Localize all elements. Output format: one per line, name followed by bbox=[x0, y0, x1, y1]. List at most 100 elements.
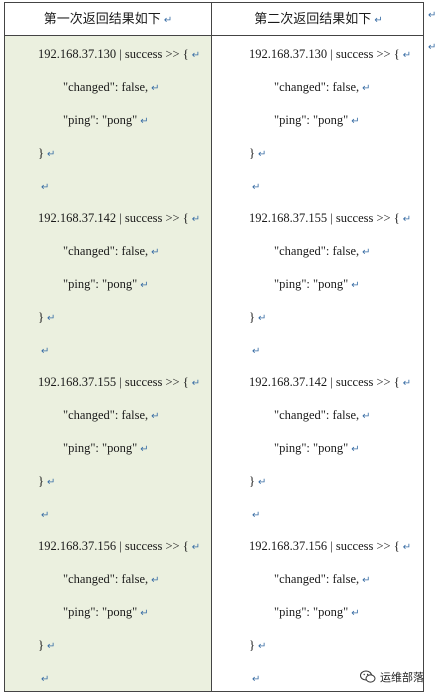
header-right-title: 第二次返回结果如下 bbox=[254, 11, 372, 26]
return-mark-icon: ↵ bbox=[428, 42, 437, 53]
changed-line-text: "changed": false, bbox=[274, 408, 360, 422]
changed-line: "changed": false, ↵ bbox=[63, 406, 160, 424]
ip-result-line-text: 192.168.37.155 | success >> { bbox=[38, 375, 189, 389]
ping-line-text: "ping": "pong" bbox=[63, 441, 138, 455]
blank-line: ↵ bbox=[38, 669, 49, 687]
changed-line: "changed": false, ↵ bbox=[63, 570, 160, 588]
return-mark-icon: ↵ bbox=[362, 247, 371, 258]
return-mark-icon: ↵ bbox=[252, 346, 261, 357]
return-mark-icon: ↵ bbox=[140, 116, 149, 127]
return-mark-icon: ↵ bbox=[140, 280, 149, 291]
ip-result-line: 192.168.37.155 | success >> {↵ bbox=[38, 373, 200, 391]
changed-line-text: "changed": false, bbox=[274, 572, 360, 586]
changed-line-text: "changed": false, bbox=[274, 244, 360, 258]
blank-line: ↵ bbox=[249, 505, 260, 523]
ping-line-text: "ping": "pong" bbox=[274, 113, 349, 127]
ip-result-line-text: 192.168.37.156 | success >> { bbox=[249, 539, 400, 553]
close-brace-line-text: } bbox=[249, 146, 255, 160]
return-mark-icon: ↵ bbox=[402, 378, 412, 389]
blank-line: ↵ bbox=[249, 341, 260, 359]
close-brace-line-text: } bbox=[249, 474, 255, 488]
close-brace-line: } ↵ bbox=[38, 636, 55, 654]
return-mark-icon: ↵ bbox=[41, 674, 50, 685]
return-mark-icon: ↵ bbox=[258, 313, 267, 324]
ip-result-line-text: 192.168.37.142 | success >> { bbox=[249, 375, 400, 389]
ip-result-line-text: 192.168.37.142 | success >> { bbox=[38, 211, 189, 225]
return-mark-icon: ↵ bbox=[191, 214, 201, 225]
changed-line-text: "changed": false, bbox=[63, 572, 149, 586]
header-divider bbox=[5, 35, 423, 36]
changed-line-text: "changed": false, bbox=[63, 80, 149, 94]
ip-result-line-text: 192.168.37.155 | success >> { bbox=[249, 211, 400, 225]
comparison-table: 第一次返回结果如下 ↵ 第二次返回结果如下 ↵ 192.168.37.130 | s… bbox=[4, 2, 424, 692]
ip-result-line: 192.168.37.130 | success >> {↵ bbox=[249, 45, 411, 63]
return-mark-icon: ↵ bbox=[258, 641, 267, 652]
close-brace-line-text: } bbox=[38, 474, 44, 488]
return-mark-icon: ↵ bbox=[191, 542, 201, 553]
return-mark-icon: ↵ bbox=[151, 411, 160, 422]
return-mark-icon: ↵ bbox=[402, 214, 412, 225]
return-mark-icon: ↵ bbox=[41, 510, 50, 521]
return-mark-icon: ↵ bbox=[402, 542, 412, 553]
close-brace-line-text: } bbox=[38, 146, 44, 160]
changed-line-text: "changed": false, bbox=[63, 408, 149, 422]
return-mark-icon: ↵ bbox=[252, 182, 261, 193]
ping-line: "ping": "pong" ↵ bbox=[63, 275, 149, 293]
close-brace-line: } ↵ bbox=[249, 308, 266, 326]
return-mark-icon: ↵ bbox=[41, 182, 50, 193]
column-divider bbox=[211, 3, 212, 691]
ip-result-line: 192.168.37.142 | success >> {↵ bbox=[249, 373, 411, 391]
return-mark-icon: ↵ bbox=[351, 444, 360, 455]
blank-line: ↵ bbox=[38, 505, 49, 523]
blank-line: ↵ bbox=[38, 341, 49, 359]
close-brace-line-text: } bbox=[249, 310, 255, 324]
ip-result-line-text: 192.168.37.156 | success >> { bbox=[38, 539, 189, 553]
ping-line: "ping": "pong" ↵ bbox=[274, 603, 360, 621]
changed-line: "changed": false, ↵ bbox=[274, 78, 371, 96]
return-mark-icon: ↵ bbox=[151, 575, 160, 586]
changed-line: "changed": false, ↵ bbox=[63, 242, 160, 260]
ping-line: "ping": "pong" ↵ bbox=[274, 439, 360, 457]
return-mark-icon: ↵ bbox=[191, 378, 201, 389]
ping-line-text: "ping": "pong" bbox=[274, 277, 349, 291]
close-brace-line: } ↵ bbox=[38, 308, 55, 326]
close-brace-line: } ↵ bbox=[249, 636, 266, 654]
header-left-cell: 第一次返回结果如下 ↵ bbox=[5, 3, 211, 35]
ping-line-text: "ping": "pong" bbox=[63, 277, 138, 291]
return-mark-icon: ↵ bbox=[258, 149, 267, 160]
return-mark-icon: ↵ bbox=[41, 346, 50, 357]
ping-line: "ping": "pong" ↵ bbox=[63, 439, 149, 457]
ping-line: "ping": "pong" ↵ bbox=[63, 603, 149, 621]
return-mark-icon: ↵ bbox=[140, 608, 149, 619]
blank-line: ↵ bbox=[38, 177, 49, 195]
ping-line: "ping": "pong" ↵ bbox=[274, 111, 360, 129]
return-mark-icon: ↵ bbox=[151, 247, 160, 258]
return-mark-icon: ↵ bbox=[362, 575, 371, 586]
return-mark-icon: ↵ bbox=[362, 83, 371, 94]
changed-line: "changed": false, ↵ bbox=[63, 78, 160, 96]
blank-line: ↵ bbox=[249, 177, 260, 195]
return-mark-icon: ↵ bbox=[47, 149, 56, 160]
changed-line: "changed": false, ↵ bbox=[274, 570, 371, 588]
ip-result-line-text: 192.168.37.130 | success >> { bbox=[249, 47, 400, 61]
changed-line-text: "changed": false, bbox=[274, 80, 360, 94]
return-mark-icon: ↵ bbox=[362, 411, 371, 422]
return-mark-icon: ↵ bbox=[47, 477, 56, 488]
return-mark-icon: ↵ bbox=[191, 50, 201, 61]
close-brace-line: } ↵ bbox=[38, 144, 55, 162]
return-mark-icon: ↵ bbox=[402, 50, 412, 61]
return-mark-icon: ↵ bbox=[140, 444, 149, 455]
blank-line: ↵ bbox=[249, 669, 260, 687]
return-mark-icon: ↵ bbox=[351, 116, 360, 127]
header-left-title: 第一次返回结果如下 bbox=[43, 11, 161, 26]
ip-result-line-text: 192.168.37.130 | success >> { bbox=[38, 47, 189, 61]
ping-line: "ping": "pong" ↵ bbox=[63, 111, 149, 129]
close-brace-line: } ↵ bbox=[249, 472, 266, 490]
return-mark-icon: ↵ bbox=[163, 15, 173, 26]
close-brace-line: } ↵ bbox=[249, 144, 266, 162]
ping-line-text: "ping": "pong" bbox=[63, 605, 138, 619]
return-mark-icon: ↵ bbox=[428, 10, 437, 21]
changed-line: "changed": false, ↵ bbox=[274, 406, 371, 424]
return-mark-icon: ↵ bbox=[374, 15, 383, 26]
return-mark-icon: ↵ bbox=[351, 280, 360, 291]
